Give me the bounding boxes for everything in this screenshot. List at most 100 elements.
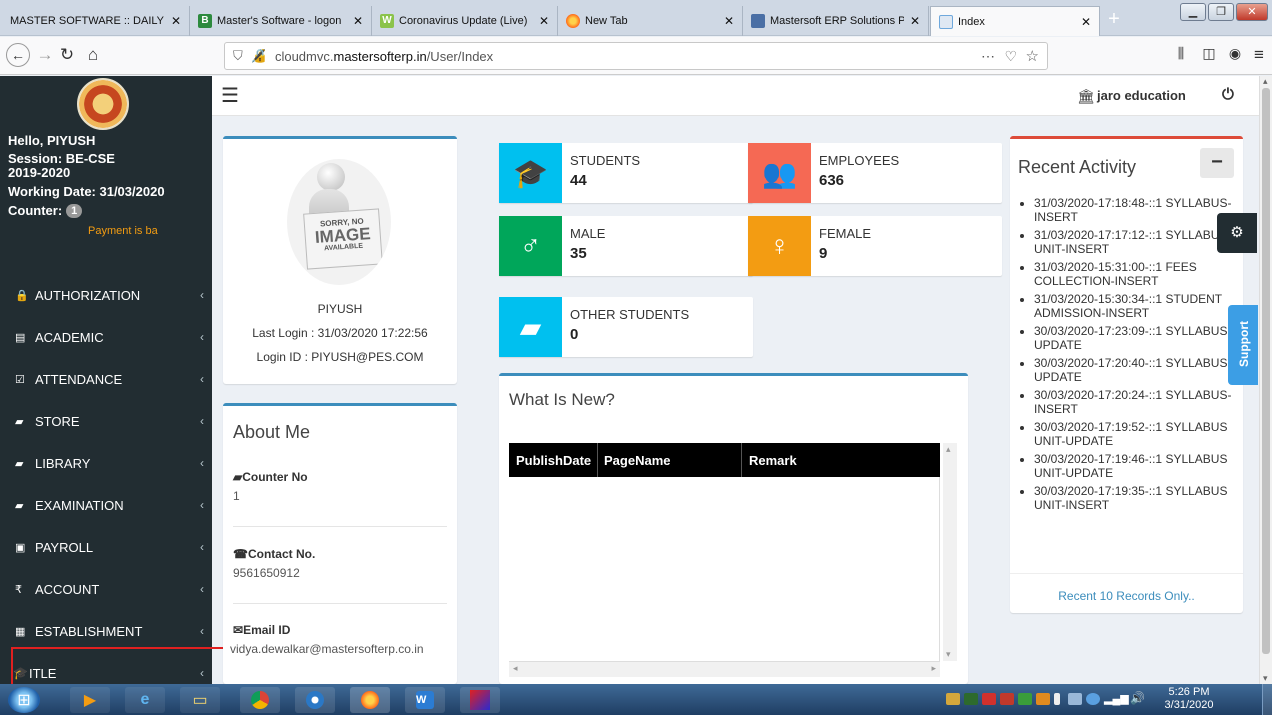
money-icon: ▣ — [15, 541, 26, 554]
list-item: 31/03/2020-17:18:48-::1 SYLLABUS-INSERT — [1034, 196, 1240, 224]
page-scrollbar[interactable]: ▴ ▾ — [1259, 76, 1272, 684]
stat-female[interactable]: ♀ FEMALE 9 — [748, 216, 1002, 276]
network-signal-icon[interactable]: ▂▄▆ — [1104, 692, 1129, 705]
chevron-left-icon: ‹ — [200, 456, 204, 470]
new-tab-button[interactable]: + — [1101, 6, 1127, 34]
internet-explorer-icon[interactable]: e — [125, 687, 165, 713]
tray-icon[interactable] — [982, 693, 996, 705]
tray-icon[interactable] — [964, 693, 978, 705]
settings-gear-icon[interactable]: ⚙ — [1217, 213, 1257, 253]
scroll-left-icon[interactable]: ◂ — [513, 663, 518, 674]
close-icon[interactable]: ✕ — [539, 14, 549, 28]
phone-icon: ☎ — [233, 547, 248, 561]
forward-icon[interactable]: → — [34, 45, 56, 65]
hamburger-menu-icon[interactable]: ☰ — [221, 83, 239, 108]
close-icon[interactable]: ✕ — [910, 14, 920, 28]
power-icon[interactable]: ⏻ — [1222, 86, 1234, 103]
column-header[interactable]: Remark — [749, 453, 797, 468]
back-icon[interactable]: ← — [6, 43, 30, 67]
stat-employees[interactable]: 👥 EMPLOYEES 636 — [748, 143, 1002, 203]
profile-details: PIYUSH Last Login : 31/03/2020 17:22:56 … — [223, 297, 457, 369]
browser-tab-active[interactable]: Index ✕ — [930, 6, 1100, 36]
collapse-button[interactable]: − — [1200, 148, 1234, 178]
support-tab[interactable]: Support — [1228, 305, 1258, 385]
browser-tab[interactable]: New Tab ✕ — [558, 6, 743, 36]
scroll-up-icon[interactable]: ▴ — [946, 444, 951, 455]
stat-other-students[interactable]: ▰ OTHER STUDENTS 0 — [499, 297, 753, 357]
sidebar-item-label: ATTENDANCE — [35, 371, 123, 387]
browser-tab[interactable]: Mastersoft ERP Solutions P ✕ — [743, 6, 929, 36]
wps-writer-icon[interactable]: W — [405, 687, 445, 713]
stat-male[interactable]: ♂ MALE 35 — [499, 216, 753, 276]
url-domain: mastersofterp.in — [333, 48, 427, 64]
tray-icon[interactable] — [1036, 693, 1050, 705]
column-header[interactable]: PageName — [604, 453, 670, 468]
minimize-button[interactable]: ▁ — [1180, 3, 1206, 21]
file-icon: ▤ — [15, 331, 26, 344]
app-icon[interactable] — [460, 687, 500, 713]
browser-tab[interactable]: MASTER SOFTWARE :: DAILY F ✕ — [2, 6, 190, 36]
thunderbird-icon[interactable] — [295, 687, 335, 713]
recent-records-link[interactable]: Recent 10 Records Only.. — [1010, 589, 1243, 603]
media-player-icon[interactable]: ▶ — [70, 687, 110, 713]
bookmark-star-icon[interactable]: ☆ — [1026, 47, 1039, 65]
show-desktop-button[interactable] — [1262, 684, 1272, 715]
more-icon[interactable]: ⋯ — [981, 48, 995, 65]
taskbar-clock[interactable]: 5:26 PM 3/31/2020 — [1158, 686, 1220, 712]
sidebar-item-authorization[interactable]: 🔒 AUTHORIZATION ‹ — [0, 274, 212, 316]
tray-icon[interactable] — [1068, 693, 1082, 705]
url-bar[interactable]: ⛉ 🔏 cloudmvc. mastersofterp.in/User/Index… — [224, 42, 1048, 70]
browser-tab[interactable]: W Coronavirus Update (Live) ✕ — [372, 6, 558, 36]
account-icon[interactable]: ◉ — [1224, 45, 1246, 62]
sidebar-item-establishment[interactable]: ▦ ESTABLISHMENT ‹ — [0, 610, 212, 652]
browser-tab[interactable]: B Master's Software - logon ✕ — [190, 6, 372, 36]
sidebar-item-payroll[interactable]: ▣ PAYROLL ‹ — [0, 526, 212, 568]
stat-students[interactable]: 🎓 STUDENTS 44 — [499, 143, 753, 203]
sidebar-item-library[interactable]: ▰ LIBRARY ‹ — [0, 442, 212, 484]
org-name[interactable]: jaro education — [1097, 88, 1186, 103]
vertical-scrollbar[interactable]: ▴ ▾ — [943, 443, 957, 661]
firefox-icon[interactable] — [350, 687, 390, 713]
scrollbar-thumb[interactable] — [1262, 88, 1270, 654]
browser-tab-bar: MASTER SOFTWARE :: DAILY F ✕ B Master's … — [0, 0, 1272, 36]
close-icon[interactable]: ✕ — [171, 14, 181, 28]
close-icon[interactable]: ✕ — [353, 14, 363, 28]
scroll-up-icon[interactable]: ▴ — [1263, 76, 1268, 87]
horizontal-scrollbar[interactable]: ◂ ▸ — [509, 661, 940, 677]
scroll-right-icon[interactable]: ▸ — [931, 663, 936, 674]
sidebar-item-account[interactable]: ₹ ACCOUNT ‹ — [0, 568, 212, 610]
label-text: Counter No — [242, 470, 308, 484]
scroll-down-icon[interactable]: ▾ — [1263, 673, 1268, 684]
sidebar-item-examination[interactable]: ▰ EXAMINATION ‹ — [0, 484, 212, 526]
stat-value: 35 — [570, 245, 587, 262]
sidebar-item-academic[interactable]: ▤ ACADEMIC ‹ — [0, 316, 212, 358]
reload-icon[interactable]: ↻ — [56, 45, 78, 65]
library-icon[interactable]: ⫼ — [1170, 45, 1192, 62]
tray-icon[interactable] — [1018, 693, 1032, 705]
scroll-down-icon[interactable]: ▾ — [946, 649, 951, 660]
tray-icon[interactable] — [946, 693, 960, 705]
close-icon[interactable]: ✕ — [724, 14, 734, 28]
column-header[interactable]: PublishDate — [516, 453, 591, 468]
home-icon[interactable]: ⌂ — [82, 45, 104, 65]
browser-menu-icon[interactable]: ≡ — [1248, 45, 1270, 65]
start-button[interactable]: ⊞ — [8, 687, 40, 713]
sidebar-item-attendance[interactable]: ☑ ATTENDANCE ‹ — [0, 358, 212, 400]
close-icon[interactable]: ✕ — [1081, 15, 1091, 29]
about-box: About Me ▰Counter No 1 ☎Contact No. 9561… — [223, 403, 457, 684]
chevron-left-icon: ‹ — [200, 372, 204, 386]
close-window-button[interactable]: ✕ — [1236, 3, 1268, 21]
list-item: 30/03/2020-17:19:46-::1 SYLLABUS UNIT-UP… — [1034, 452, 1240, 480]
figure-head — [317, 163, 345, 191]
folder-icon[interactable]: ▭ — [180, 687, 220, 713]
sidebar-toggle-icon[interactable]: ◫ — [1198, 45, 1220, 62]
sidebar-item-store[interactable]: ▰ STORE ‹ — [0, 400, 212, 442]
maximize-button[interactable]: ❐ — [1208, 3, 1234, 21]
session-info: Session: BE-CSE 2019-2020 — [8, 151, 115, 180]
pocket-icon[interactable]: ♡ — [1004, 48, 1017, 65]
chrome-icon[interactable] — [240, 687, 280, 713]
volume-icon[interactable]: 🔊 — [1130, 691, 1145, 705]
tray-icon[interactable] — [1054, 693, 1060, 705]
tray-icon[interactable] — [1086, 693, 1100, 705]
tray-icon[interactable] — [1000, 693, 1014, 705]
